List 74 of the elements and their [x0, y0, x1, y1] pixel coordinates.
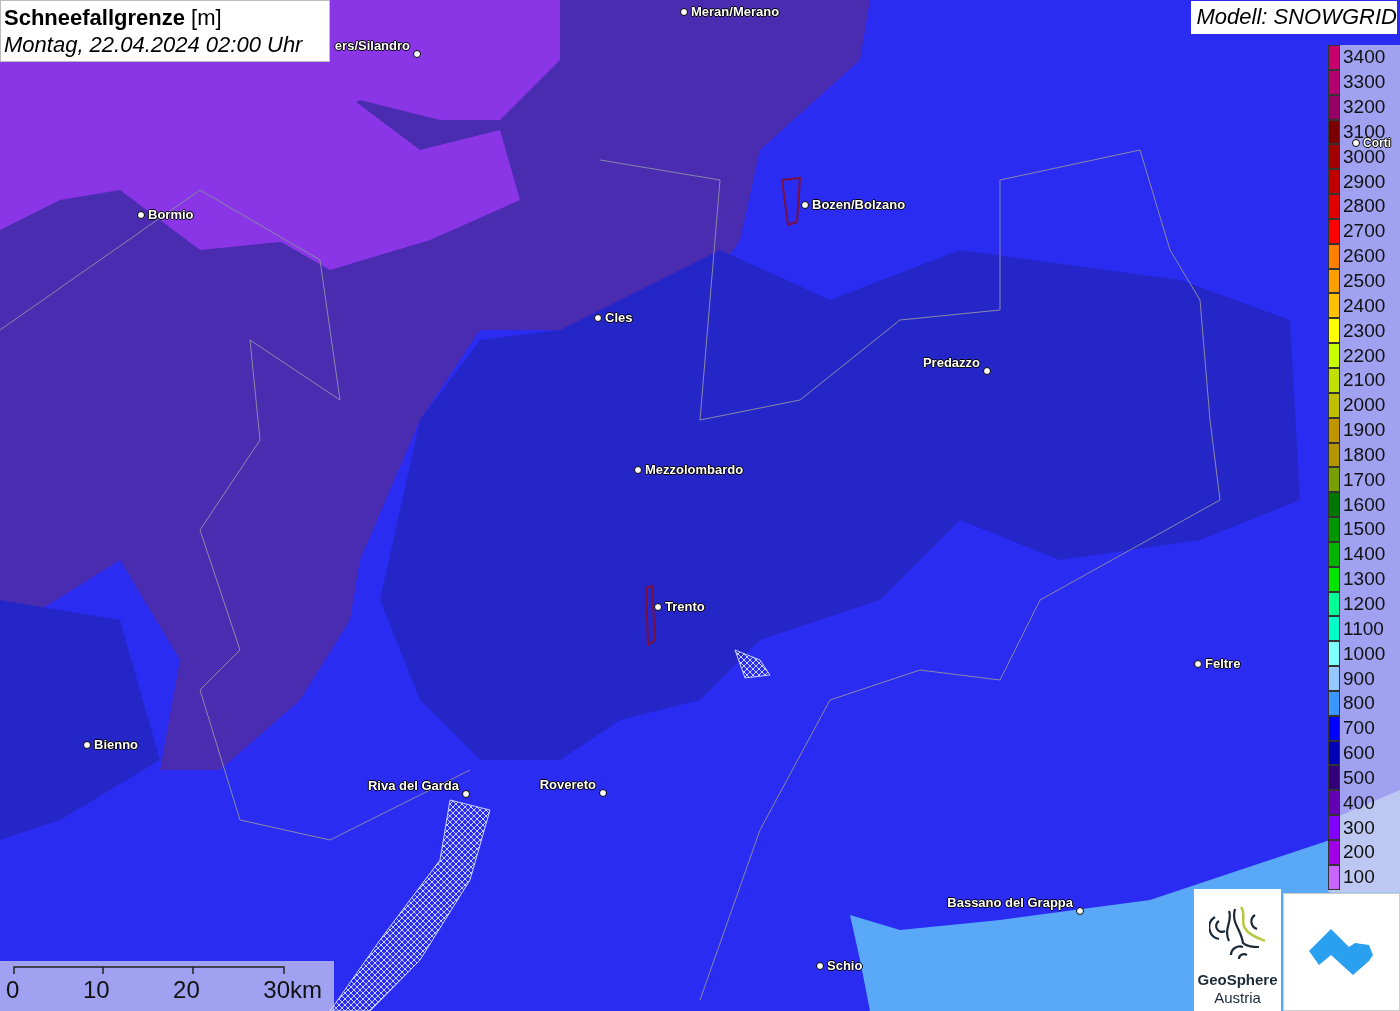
city-label: Riva del Garda — [367, 778, 459, 794]
legend-label: 1700 — [1343, 469, 1386, 490]
legend-label: 700 — [1343, 718, 1375, 739]
legend-label: 3200 — [1343, 97, 1386, 118]
legend-label: 2300 — [1343, 320, 1386, 341]
city-marker — [983, 367, 991, 375]
scale-label: 0 — [6, 976, 20, 1004]
city-label: Bassano del Grappa — [947, 895, 1073, 911]
legend-label: 1300 — [1343, 569, 1386, 590]
city-marker — [83, 741, 91, 749]
logo-subtext: Austria — [1214, 989, 1261, 1007]
city-marker — [462, 790, 470, 798]
city-marker — [1352, 139, 1360, 147]
city-marker — [634, 466, 642, 474]
legend-label: 2900 — [1343, 171, 1386, 192]
legend-label: 2700 — [1343, 221, 1386, 242]
roof-cloud-icon — [1308, 929, 1375, 975]
city-label: Predazzo — [922, 355, 980, 371]
city-label: Schio — [827, 958, 863, 974]
scale-bar-icon — [13, 966, 285, 974]
legend-label: 2400 — [1343, 295, 1386, 316]
city-label: Trento — [665, 599, 705, 615]
scale-label: 10 — [82, 976, 110, 1004]
legend-label: 2000 — [1343, 395, 1386, 416]
legend-label: 800 — [1343, 693, 1375, 714]
city-label: Feltre — [1205, 656, 1241, 672]
city-marker — [816, 962, 824, 970]
city-label: Cles — [605, 310, 633, 326]
city-marker — [680, 8, 688, 16]
model-label: Modell: SNOWGRID — [1190, 1, 1397, 34]
date-label: Montag, 22.04.2024 02:00 Uhr — [4, 31, 304, 59]
legend-label: 300 — [1343, 817, 1375, 838]
contour-lines-icon — [1208, 905, 1267, 961]
city-label: Meran/Merano — [691, 4, 780, 20]
legend-label: 600 — [1343, 743, 1375, 764]
city-marker — [1076, 907, 1084, 915]
legend-label: 3000 — [1343, 146, 1386, 167]
legend-label: 100 — [1343, 867, 1375, 888]
city-label: ers/Silandro — [334, 38, 410, 54]
city-marker — [594, 314, 602, 322]
city-marker — [801, 201, 809, 209]
legend-label: 400 — [1343, 792, 1375, 813]
city-label: Bozen/Bolzano — [812, 197, 906, 213]
legend-label: 2600 — [1343, 246, 1386, 267]
legend-label: 1800 — [1343, 444, 1386, 465]
city-marker — [1194, 660, 1202, 668]
legend-label: 1600 — [1343, 494, 1386, 515]
legend-label: 2200 — [1343, 345, 1386, 366]
legend-label: 2100 — [1343, 370, 1386, 391]
city-label: Mezzolombardo — [645, 462, 744, 478]
legend-label: 1500 — [1343, 519, 1386, 540]
legend-label: 1000 — [1343, 643, 1386, 664]
legend-label: 3400 — [1343, 47, 1386, 68]
legend-label: 1900 — [1343, 420, 1386, 441]
logo-text: GeoSphere — [1197, 971, 1278, 989]
city-marker — [137, 211, 145, 219]
city-label: Bormio — [148, 207, 194, 223]
map-title: Schneefallgrenze [m] — [4, 4, 223, 31]
legend-label: 1400 — [1343, 544, 1386, 565]
city-marker — [654, 603, 662, 611]
legend-label: 900 — [1343, 668, 1375, 689]
legend-label: 500 — [1343, 767, 1375, 788]
scale-label: 20 — [173, 976, 200, 1004]
legend-label: 1100 — [1343, 618, 1384, 639]
legend-label: 200 — [1343, 842, 1375, 863]
city-label: Rovereto — [539, 777, 596, 793]
legend-label: 1200 — [1343, 594, 1386, 614]
legend-label: 2800 — [1343, 196, 1386, 217]
city-marker — [599, 789, 607, 797]
legend-label: 2500 — [1343, 271, 1386, 291]
city-label: Bienno — [94, 737, 139, 753]
legend-label: 3300 — [1343, 72, 1386, 93]
scale-label: 30km — [263, 976, 322, 1004]
city-marker — [413, 50, 421, 58]
